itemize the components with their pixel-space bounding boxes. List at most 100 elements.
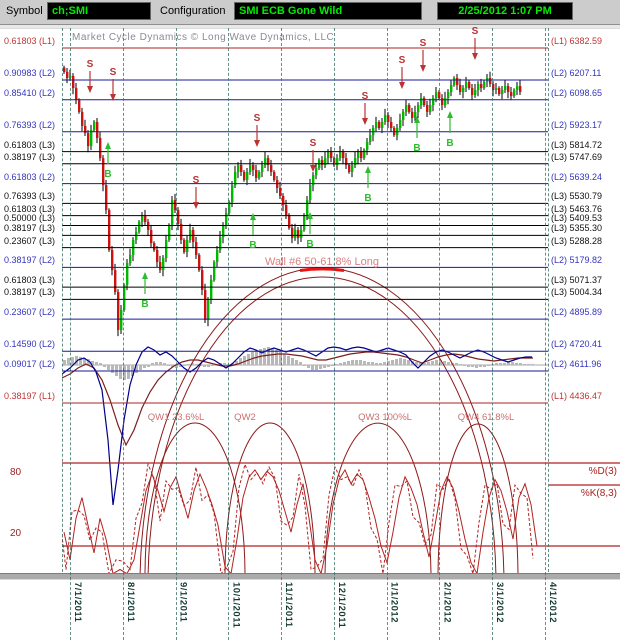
- candle-body: [432, 98, 435, 106]
- oscillator-histogram-bar: [155, 362, 158, 365]
- oscillator-histogram-bar: [159, 362, 162, 365]
- candle-body: [471, 88, 474, 95]
- candle-body: [258, 171, 261, 178]
- stoch-d-line: [63, 468, 538, 573]
- x-axis-date-label: 10/1/2011: [230, 582, 242, 629]
- candle-body: [447, 92, 450, 99]
- candle-body: [450, 84, 453, 93]
- candle-body: [117, 291, 120, 330]
- candle-body: [498, 88, 501, 95]
- oscillator-histogram-bar: [95, 362, 98, 365]
- sell-signal-letter: S: [86, 59, 94, 70]
- buy-signal-letter: B: [306, 239, 314, 250]
- candle-body: [153, 243, 156, 251]
- month-gridline: [281, 28, 283, 640]
- candle-body: [165, 239, 168, 259]
- oscillator-histogram-bar: [399, 358, 402, 365]
- month-gridline: [228, 28, 230, 640]
- oscillator-histogram-bar: [291, 358, 294, 365]
- fib-ratio-label: 0.61803 (L1): [4, 35, 56, 46]
- buy-arrowhead: [142, 272, 148, 279]
- oscillator-histogram-bar: [203, 365, 206, 367]
- candle-body: [231, 185, 234, 203]
- buy-arrowhead: [105, 142, 111, 149]
- oscillator-histogram-bar: [367, 362, 370, 365]
- oscillator-histogram-bar: [315, 365, 318, 370]
- oscillator-histogram-bar: [483, 365, 486, 367]
- oscillator-histogram-bar: [447, 362, 450, 365]
- x-axis-date-label: 8/1/2011: [124, 582, 136, 623]
- charting-app-window: { "header": { "symbol_label": "Symbol", …: [0, 0, 620, 644]
- fib-price-label: (L2) 6098.65: [551, 87, 603, 98]
- plot-border: [62, 28, 63, 572]
- candle-body: [429, 105, 432, 112]
- buy-signal-letter: B: [104, 169, 112, 180]
- oscillator-histogram-bar: [163, 363, 166, 365]
- candle-body: [249, 165, 252, 172]
- candle-body: [519, 86, 522, 93]
- percent-k-label: %K(8,3): [580, 488, 617, 499]
- fib-ratio-label: 0.61803 (L3): [4, 275, 56, 286]
- oscillator-histogram-bar: [515, 363, 518, 365]
- candle-body: [453, 78, 456, 85]
- oscillator-histogram-bar: [475, 365, 478, 368]
- candle-body: [126, 262, 129, 286]
- candle-body: [288, 215, 291, 228]
- oscillator-histogram-bar: [319, 365, 322, 369]
- oscillator-histogram-bar: [223, 363, 226, 365]
- candle-body: [240, 165, 243, 172]
- oscillator-histogram-bar: [379, 363, 382, 365]
- candle-body: [399, 119, 402, 128]
- fib-price-label: (L2) 6207.11: [551, 68, 602, 78]
- oscillator-histogram-bar: [383, 362, 386, 365]
- candle-body: [150, 229, 153, 244]
- candle-body: [195, 242, 198, 255]
- buy-signal-letter: B: [249, 240, 257, 251]
- oscillator-histogram-bar: [371, 362, 374, 365]
- oscillator-histogram-bar: [143, 365, 146, 368]
- oscillator-histogram-bar: [403, 359, 406, 365]
- oscillator-histogram-bar: [527, 364, 530, 365]
- oscillator-histogram-bar: [147, 365, 150, 367]
- oscillator-histogram-bar: [519, 363, 522, 365]
- plot-border: [548, 28, 549, 572]
- fib-price-label: (L3) 5814.72: [551, 139, 603, 150]
- oscillator-histogram-bar: [487, 365, 490, 366]
- month-gridline: [386, 28, 388, 640]
- x-axis-date-label: 9/1/2011: [177, 582, 189, 623]
- oscillator-histogram-bar: [471, 365, 474, 367]
- fib-price-label: (L3) 5355.30: [551, 223, 603, 234]
- sell-arrowhead: [472, 53, 478, 60]
- candle-body: [66, 71, 69, 79]
- fib-ratio-label: 0.61803 (L2): [4, 171, 56, 182]
- oscillator-histogram-bar: [463, 365, 466, 366]
- month-gridline: [70, 28, 71, 640]
- wall-arc-outer: [139, 267, 505, 573]
- oscillator-histogram-bar: [127, 365, 130, 379]
- candle-body: [87, 133, 90, 147]
- candle-body: [405, 105, 408, 112]
- candle-body: [339, 152, 342, 159]
- x-axis-date-label: 3/1/2012: [494, 582, 506, 623]
- candle-body: [462, 88, 465, 93]
- oscillator-histogram-bar: [295, 360, 298, 365]
- candle-body: [192, 229, 195, 243]
- buy-signal-letter: B: [446, 138, 454, 149]
- fib-price-label: (L3) 5747.69: [551, 151, 603, 162]
- buy-signal-letter: B: [364, 193, 372, 204]
- oscillator-histogram-bar: [327, 365, 330, 367]
- x-axis-date-label: 2/1/2012: [441, 582, 453, 623]
- candle-body: [360, 152, 363, 159]
- fib-price-label: (L3) 5463.76: [551, 203, 603, 214]
- oscillator-histogram-bar: [479, 365, 482, 367]
- candle-body: [495, 88, 498, 91]
- oscillator-histogram-bar: [407, 360, 410, 365]
- candle-body: [366, 142, 369, 151]
- oscillator-histogram-bar: [375, 363, 378, 365]
- oscillator-histogram-bar: [339, 363, 342, 365]
- candle-body: [135, 231, 138, 240]
- candle-body: [327, 152, 330, 159]
- oscillator-histogram-bar: [283, 354, 286, 365]
- candle-body: [255, 169, 258, 178]
- month-gridline: [492, 28, 494, 640]
